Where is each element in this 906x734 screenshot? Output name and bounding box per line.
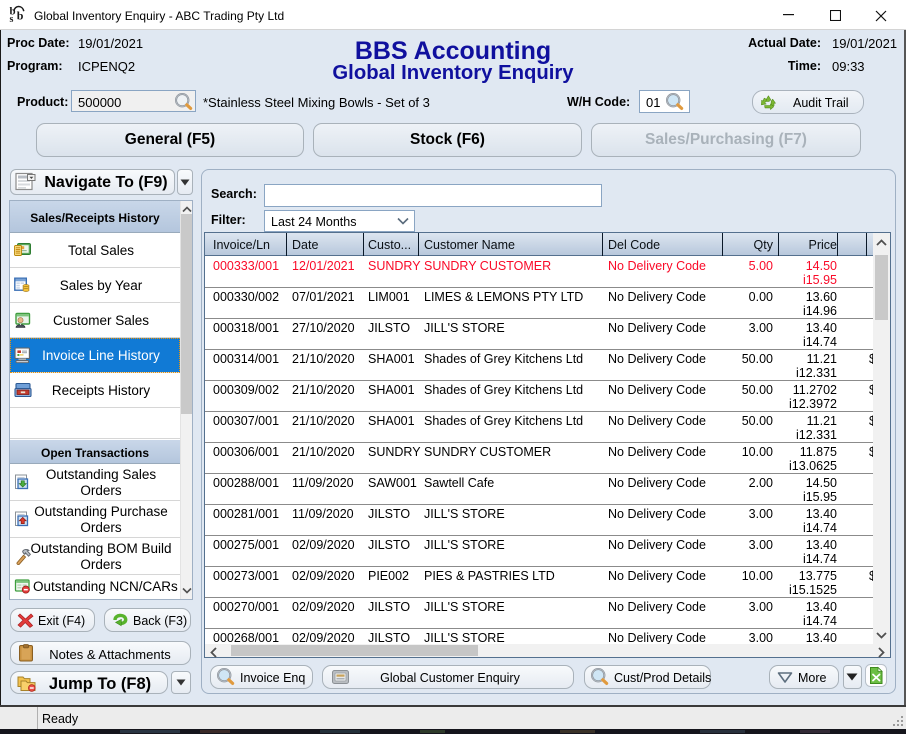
svg-text:b: b [17,9,24,23]
svg-text:s: s [10,14,14,23]
